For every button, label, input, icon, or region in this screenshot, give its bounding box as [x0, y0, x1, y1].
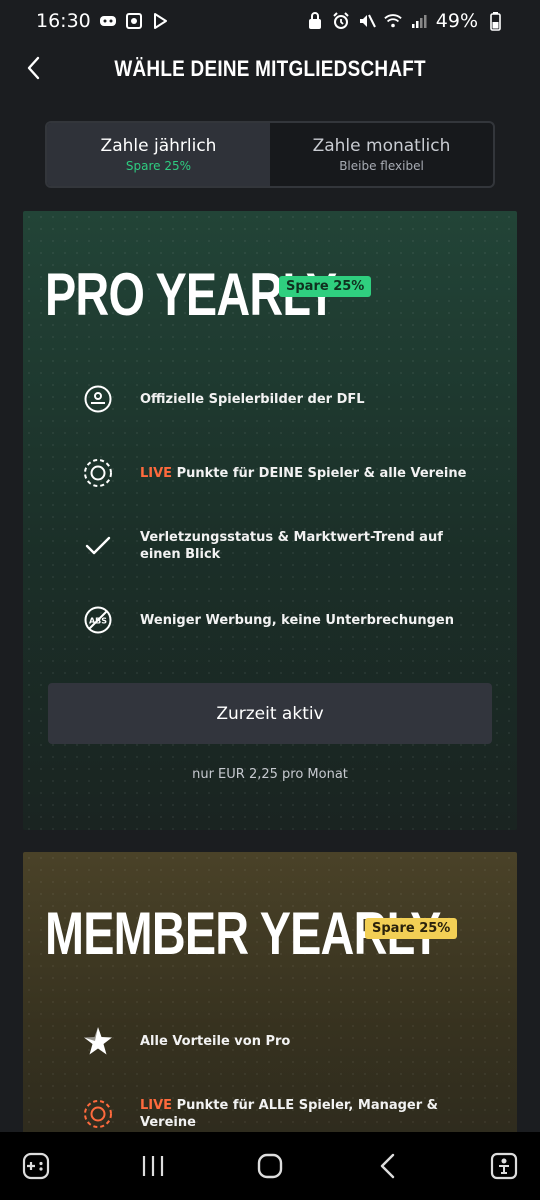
system-back-button[interactable] — [369, 1148, 405, 1184]
status-left: 16:30 — [36, 10, 169, 32]
feature-text: Offizielle Spielerbilder der DFL — [140, 391, 365, 407]
live-points-icon — [81, 456, 115, 490]
feature-item: ABS Weniger Werbung, keine Unterbrechung… — [81, 603, 481, 637]
toggle-monthly-label: Zahle monatlich — [312, 136, 451, 156]
play-store-icon — [151, 12, 169, 30]
toggle-monthly[interactable]: Zahle monatlich Bleibe flexibel — [270, 123, 493, 186]
feature-text: LIVE Punkte für DEINE Spieler & alle Ver… — [140, 465, 466, 482]
system-nav-bar — [0, 1132, 540, 1200]
accessibility-icon — [490, 1152, 518, 1180]
feature-item: Verletzungsstatus & Marktwert-Trend auf … — [81, 529, 481, 563]
wifi-icon — [384, 12, 402, 30]
clock: 16:30 — [36, 10, 91, 32]
game-launcher-icon — [22, 1152, 50, 1180]
feature-item: LIVE Punkte für DEINE Spieler & alle Ver… — [81, 456, 481, 490]
battery-icon — [486, 11, 504, 31]
feature-text: Verletzungsstatus & Marktwert-Trend auf … — [140, 530, 443, 562]
feature-text: Weniger Werbung, keine Unterbrechungen — [140, 612, 454, 628]
discord-icon — [99, 12, 117, 30]
live-label: LIVE — [140, 465, 173, 481]
live-label: LIVE — [140, 1098, 173, 1113]
app-header: WÄHLE DEINE MITGLIEDSCHAFT — [0, 44, 540, 94]
lock-icon — [306, 12, 324, 30]
toggle-yearly-label: Zahle jährlich — [100, 136, 217, 156]
star-icon — [81, 1024, 115, 1058]
accessibility-button[interactable] — [486, 1148, 522, 1184]
current-plan-button[interactable]: Zurzeit aktiv — [48, 683, 492, 744]
feature-text: Alle Vorteile von Pro — [140, 1033, 291, 1049]
home-button[interactable] — [252, 1148, 288, 1184]
feature-item: Alle Vorteile von Pro — [81, 1024, 481, 1058]
live-points-icon — [81, 1097, 115, 1131]
signal-icon — [410, 12, 428, 30]
feature-text: LIVE Punkte für ALLE Spieler, Manager & … — [140, 1097, 481, 1131]
alarm-icon — [332, 12, 350, 30]
price-note: nur EUR 2,25 pro Monat — [192, 767, 348, 782]
toggle-yearly-sub: Spare 25% — [125, 159, 192, 173]
chevron-left-icon — [27, 56, 40, 80]
status-bar: 16:30 49% — [0, 0, 540, 42]
feature-text-rest: Punkte für ALLE Spieler, Manager & Verei… — [140, 1098, 439, 1130]
back-icon — [380, 1153, 395, 1179]
mute-icon — [358, 12, 376, 30]
savings-badge: Spare 25% — [279, 276, 372, 297]
toggle-monthly-sub: Bleibe flexibel — [339, 159, 424, 173]
toggle-yearly[interactable]: Zahle jährlich Spare 25% — [47, 123, 270, 186]
no-ads-icon: ABS — [81, 603, 115, 637]
home-icon — [257, 1153, 283, 1179]
plan-card-member[interactable]: MEMBER YEARLY Spare 25% Alle Vorteile vo… — [23, 852, 517, 1142]
recent-apps-button[interactable] — [135, 1148, 171, 1184]
check-icon — [81, 529, 115, 563]
game-launcher-button[interactable] — [18, 1148, 54, 1184]
feature-item: Offizielle Spielerbilder der DFL — [81, 382, 481, 416]
battery-percent: 49% — [435, 10, 478, 32]
back-button[interactable] — [18, 53, 48, 83]
feature-text-rest: Punkte für DEINE Spieler & alle Vereine — [172, 465, 467, 481]
status-right: 49% — [306, 10, 504, 32]
savings-badge: Spare 25% — [365, 918, 458, 939]
page-title: WÄHLE DEINE MITGLIEDSCHAFT — [114, 56, 426, 81]
plan-card-pro[interactable]: PRO YEARLY Spare 25% Offizielle Spielerb… — [23, 211, 517, 830]
recent-apps-icon — [142, 1156, 164, 1176]
app-notification-icon — [125, 12, 143, 30]
billing-period-toggle: Zahle jährlich Spare 25% Zahle monatlich… — [45, 121, 495, 188]
feature-item: LIVE Punkte für ALLE Spieler, Manager & … — [81, 1097, 481, 1131]
player-card-icon — [81, 382, 115, 416]
